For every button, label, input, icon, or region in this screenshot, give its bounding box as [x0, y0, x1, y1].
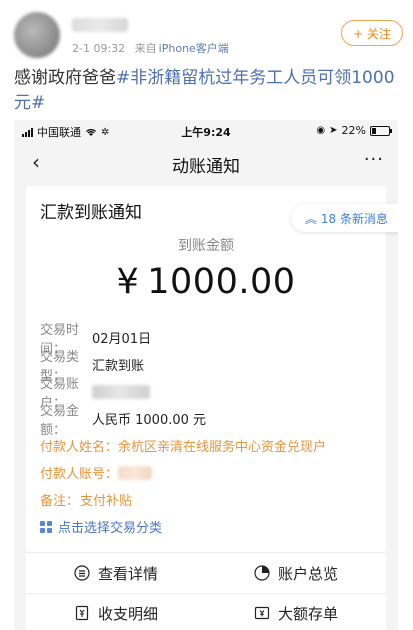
- battery-percent: 22%: [341, 124, 366, 137]
- account-overview-button[interactable]: 账户总览: [206, 553, 386, 593]
- detail-key: 付款人账号：: [40, 467, 119, 482]
- detail-row-payer-account: 付款人账号：: [40, 459, 380, 486]
- username-redacted[interactable]: [72, 18, 128, 32]
- grid-icon: [40, 520, 52, 533]
- follow-button[interactable]: + 关注: [341, 20, 403, 46]
- view-details-button[interactable]: 查看详情: [26, 553, 206, 593]
- account-redacted: [92, 384, 150, 399]
- certificate-icon: [254, 606, 270, 620]
- large-deposit-label: 大额存单: [277, 604, 338, 623]
- detail-value: 人民币 1000.00 元: [92, 413, 207, 428]
- amount-value: 1000.00: [147, 262, 296, 302]
- large-deposit-button[interactable]: 大额存单: [206, 593, 386, 630]
- list-circle-icon: [74, 565, 90, 581]
- detail-row-remark: 备注： 支付补贴: [40, 486, 380, 513]
- payer-account-redacted: [118, 465, 152, 480]
- post-source-prefix: 来自: [134, 42, 157, 55]
- account-overview-label: 账户总览: [277, 564, 338, 583]
- new-messages-pill[interactable]: ︽ 18 条新消息: [290, 204, 398, 232]
- location-icon: ➤: [329, 125, 338, 136]
- statement-label: 收支明细: [97, 604, 158, 623]
- detail-value: 余杭区亲清在线服务中心资金兑现户: [118, 440, 327, 455]
- post-meta: 2-1 09:32 来自 iPhone客户端: [72, 40, 229, 56]
- detail-row-amount: 交易金额： 人民币 1000.00 元: [40, 404, 380, 438]
- status-bar: 中国联通 ✲ 上午9:24 ◉ ➤ 22%: [14, 120, 398, 142]
- post-source[interactable]: iPhone客户端: [159, 42, 229, 55]
- post-text-plain: 感谢政府爸爸: [14, 68, 116, 88]
- new-messages-label: 18 条新消息: [320, 211, 388, 226]
- battery-icon: [370, 125, 392, 136]
- receipt-icon: [75, 605, 89, 621]
- action-grid: 查看详情 账户总览 收支明细 大额存单: [26, 552, 386, 630]
- classify-label: 点击选择交易分类: [58, 521, 163, 536]
- detail-value: 支付补贴: [80, 494, 133, 509]
- page-title: 动账通知: [172, 157, 240, 177]
- transaction-details: 交易时间： 02月01日 交易类型： 汇款到账 交易账户： 交易金额： 人民币 …: [40, 323, 380, 513]
- post-text: 感谢政府爸爸#非浙籍留杭过年务工人员可领1000元#: [14, 66, 404, 116]
- detail-key: 备注：: [40, 494, 80, 509]
- avatar[interactable]: [14, 12, 60, 58]
- notification-card: 汇款到账通知 ︽ 18 条新消息 到账金额 ¥1000.00 交易时间： 02月…: [26, 186, 398, 552]
- detail-value: 02月01日: [92, 332, 152, 347]
- view-details-label: 查看详情: [97, 564, 158, 583]
- amount-label: 到账金额: [178, 238, 234, 254]
- detail-key: 交易金额：: [40, 403, 80, 438]
- statement-button[interactable]: 收支明细: [26, 593, 206, 630]
- post-header: 2-1 09:32 来自 iPhone客户端 + 关注: [0, 0, 413, 60]
- post-timestamp: 2-1 09:32: [72, 42, 126, 55]
- detail-key: 付款人姓名：: [40, 440, 119, 455]
- card-title: 汇款到账通知: [40, 203, 142, 223]
- nav-bar: ‹ 动账通知 ···: [14, 144, 398, 180]
- more-icon[interactable]: ···: [364, 149, 384, 170]
- embedded-screenshot: 中国联通 ✲ 上午9:24 ◉ ➤ 22% ‹ 动账通知 ··· 汇款到账通知 …: [14, 120, 398, 630]
- currency-symbol: ¥: [116, 262, 140, 302]
- classify-transaction-link[interactable]: 点击选择交易分类: [40, 517, 162, 536]
- detail-value: 汇款到账: [92, 359, 145, 374]
- pie-chart-icon: [254, 565, 270, 581]
- orientation-lock-icon: ◉: [316, 125, 326, 136]
- chevron-up-icon: ︽: [304, 211, 317, 226]
- amount: ¥1000.00: [26, 262, 386, 302]
- detail-row-payer-name: 付款人姓名： 余杭区亲清在线服务中心资金兑现户: [40, 432, 380, 459]
